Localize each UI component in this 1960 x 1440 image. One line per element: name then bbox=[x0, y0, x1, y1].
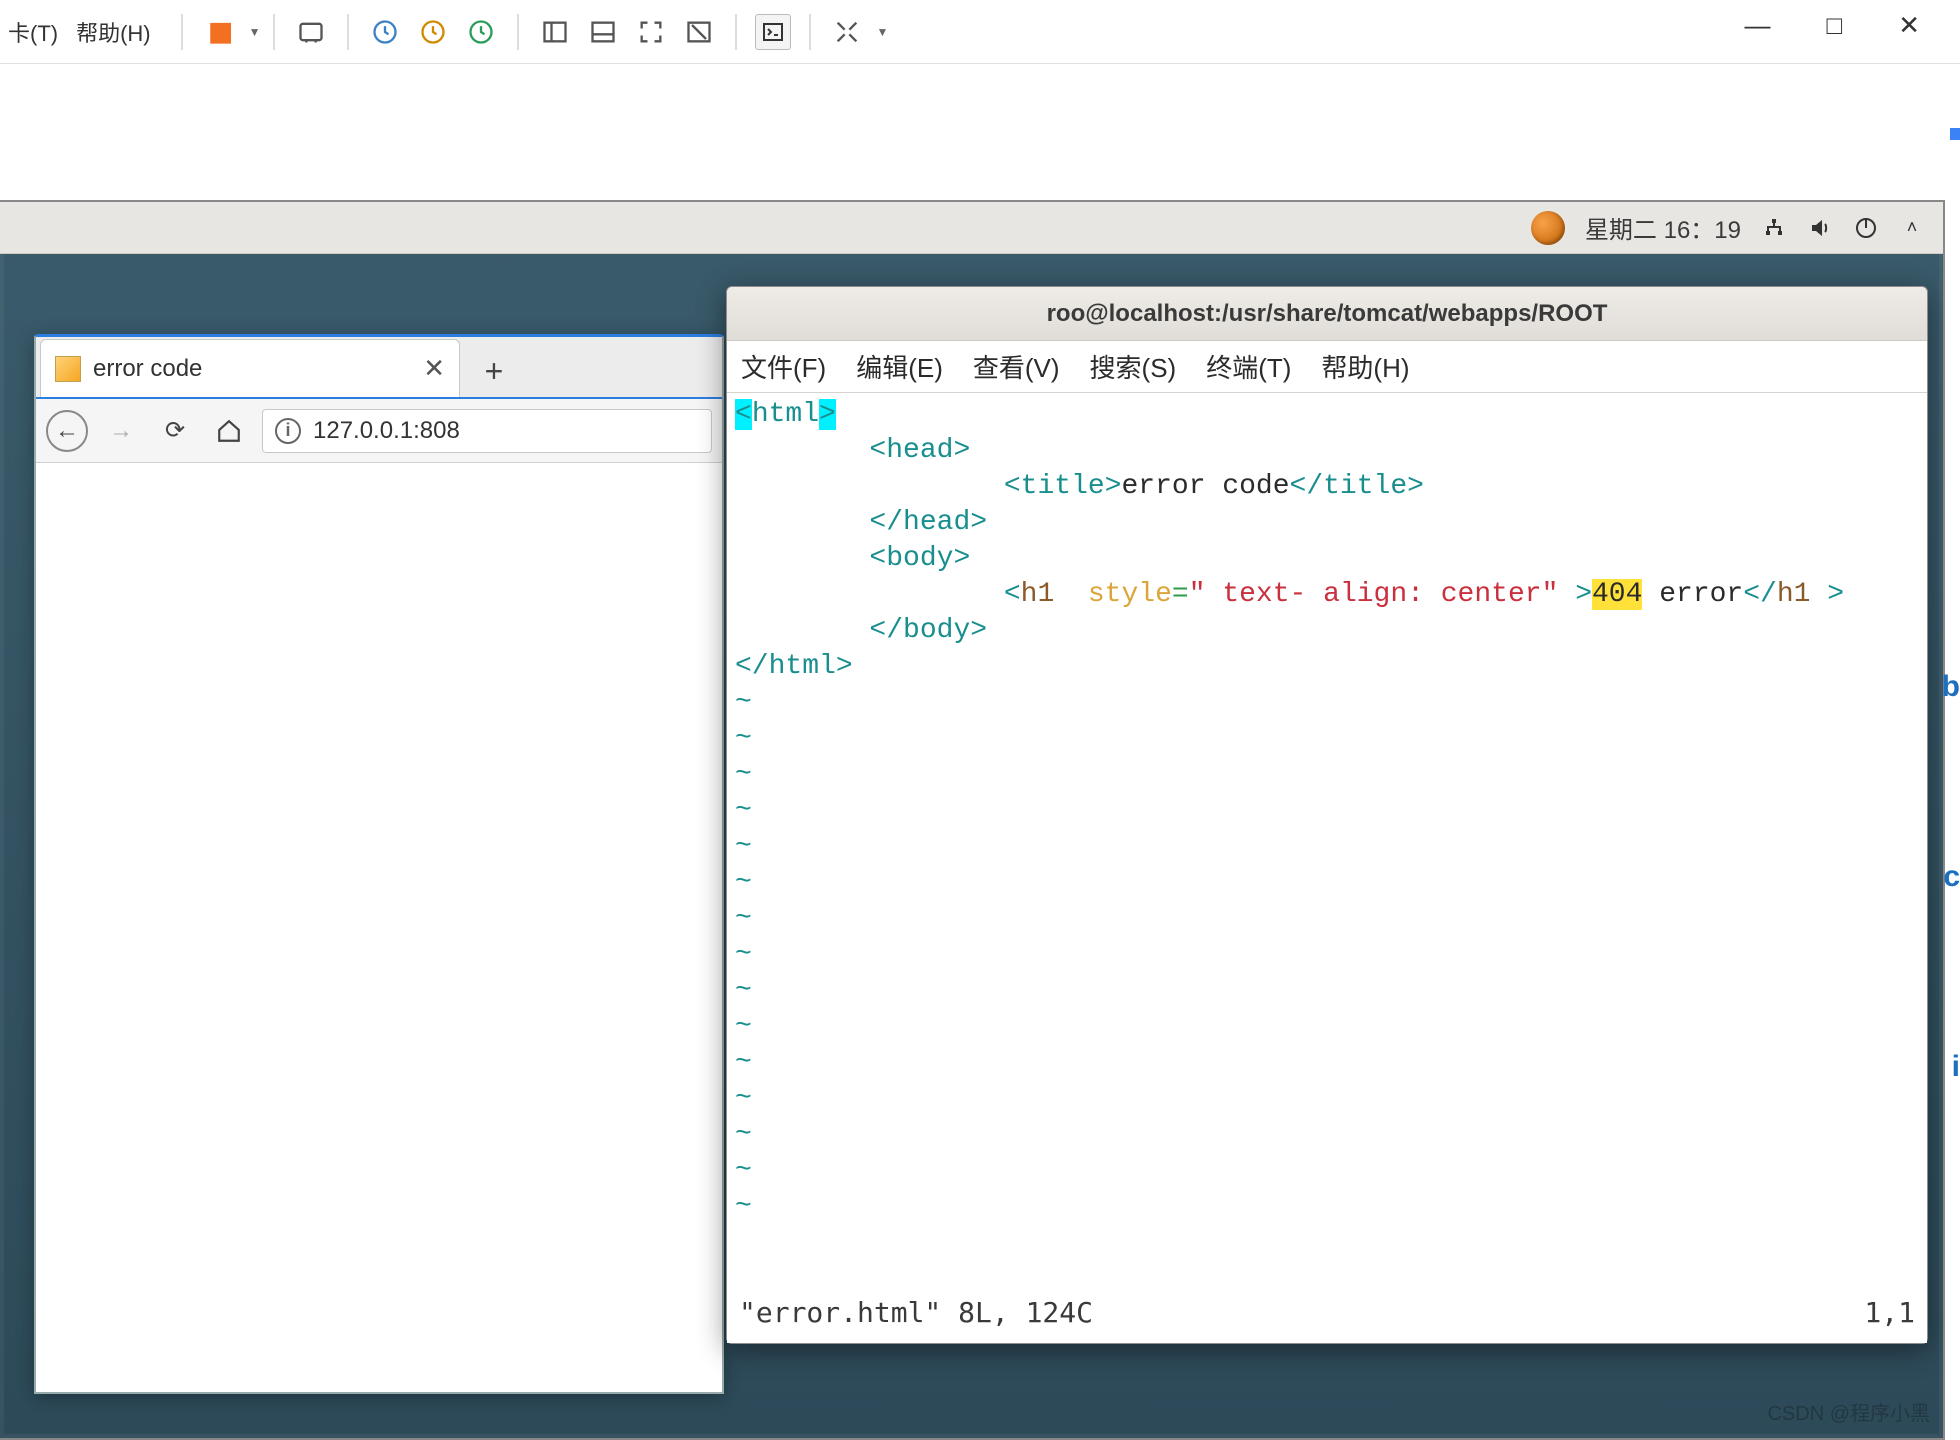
vim-tilde: ~ bbox=[735, 685, 1915, 721]
tab-close-icon[interactable]: ✕ bbox=[423, 353, 445, 384]
toolbar-separator bbox=[181, 14, 183, 50]
terminal-menubar: 文件(F) 编辑(E) 查看(V) 搜索(S) 终端(T) 帮助(H) bbox=[727, 341, 1927, 393]
code-line: </body> bbox=[735, 613, 1915, 649]
favicon-icon bbox=[55, 356, 81, 382]
layout-bottom-icon[interactable] bbox=[585, 14, 621, 50]
minimize-button[interactable]: — bbox=[1744, 10, 1770, 41]
chevron-down-icon[interactable]: ▼ bbox=[877, 25, 889, 39]
cropped-text: i bbox=[1952, 1050, 1960, 1084]
network-icon[interactable] bbox=[1761, 215, 1787, 241]
code-line: <html> bbox=[735, 397, 1915, 433]
vim-status-file: "error.html" 8L, 124C bbox=[739, 1295, 1093, 1331]
code-line: </html> bbox=[735, 649, 1915, 685]
vim-tilde: ~ bbox=[735, 1153, 1915, 1189]
code-line: <title>error code</title> bbox=[735, 469, 1915, 505]
vim-tilde: ~ bbox=[735, 721, 1915, 757]
vim-tilde: ~ bbox=[735, 973, 1915, 1009]
menu-file[interactable]: 文件(F) bbox=[741, 348, 826, 385]
vim-status-pos: 1,1 bbox=[1864, 1295, 1915, 1331]
vim-tilde: ~ bbox=[735, 937, 1915, 973]
info-icon[interactable]: i bbox=[275, 418, 301, 444]
console-icon[interactable] bbox=[755, 14, 791, 50]
menu-view[interactable]: 查看(V) bbox=[973, 348, 1060, 385]
vim-status: "error.html" 8L, 124C 1,1 bbox=[739, 1295, 1915, 1331]
pause-icon[interactable]: ▮▮ bbox=[201, 14, 237, 50]
volume-icon[interactable] bbox=[1807, 215, 1833, 241]
vim-tilde: ~ bbox=[735, 793, 1915, 829]
menu-edit[interactable]: 编辑(E) bbox=[856, 348, 943, 385]
fullscreen-icon[interactable] bbox=[633, 14, 669, 50]
vim-tilde: ~ bbox=[735, 865, 1915, 901]
chevron-down-icon[interactable]: ▼ bbox=[249, 25, 261, 39]
vim-tilde: ~ bbox=[735, 1045, 1915, 1081]
toolbar-separator bbox=[809, 14, 811, 50]
url-text: 127.0.0.1:808 bbox=[313, 417, 460, 445]
new-tab-button[interactable]: + bbox=[468, 345, 520, 397]
vm-viewport: 星期二 16：19 ˄ error code ✕ + ← → ⟳ bbox=[0, 140, 1960, 1440]
toolbar-separator bbox=[273, 14, 275, 50]
host-window-controls: — □ ✕ bbox=[1744, 0, 1960, 50]
cropped-text: c bbox=[1943, 860, 1960, 894]
code-line: </head> bbox=[735, 505, 1915, 541]
vim-tilde: ~ bbox=[735, 1189, 1915, 1225]
menu-help[interactable]: 帮助(H) bbox=[1321, 348, 1409, 385]
guest-desktop: 星期二 16：19 ˄ error code ✕ + ← → ⟳ bbox=[0, 200, 1945, 1440]
firefox-navbar: ← → ⟳ i 127.0.0.1:808 bbox=[36, 399, 722, 463]
snapshot-icon[interactable] bbox=[367, 14, 403, 50]
tab-title: error code bbox=[93, 355, 202, 383]
vim-tilde: ~ bbox=[735, 757, 1915, 793]
code-line: <body> bbox=[735, 541, 1915, 577]
back-button[interactable]: ← bbox=[46, 410, 88, 452]
menu-search[interactable]: 搜索(S) bbox=[1090, 348, 1177, 385]
browser-tab[interactable]: error code ✕ bbox=[40, 339, 460, 397]
firefox-tabbar: error code ✕ + bbox=[36, 337, 722, 399]
terminal-window: roo@localhost:/usr/share/tomcat/webapps/… bbox=[726, 286, 1928, 1344]
vim-tilde: ~ bbox=[735, 1081, 1915, 1117]
menu-card[interactable]: 卡(T) bbox=[8, 16, 58, 48]
places-icon[interactable] bbox=[1531, 211, 1565, 245]
chevron-up-icon[interactable]: ˄ bbox=[1899, 215, 1925, 241]
stretch-icon[interactable] bbox=[829, 14, 865, 50]
terminal-title: roo@localhost:/usr/share/tomcat/webapps/… bbox=[727, 287, 1927, 341]
snapshot-manage-icon[interactable] bbox=[463, 14, 499, 50]
host-toolbar: 卡(T) 帮助(H) ▮▮ ▼ ▼ bbox=[0, 0, 1960, 64]
forward-button[interactable]: → bbox=[100, 410, 142, 452]
close-button[interactable]: ✕ bbox=[1898, 10, 1920, 41]
power-icon[interactable] bbox=[1853, 215, 1879, 241]
code-line: <head> bbox=[735, 433, 1915, 469]
send-key-icon[interactable] bbox=[293, 14, 329, 50]
toolbar-separator bbox=[735, 14, 737, 50]
vim-tilde: ~ bbox=[735, 1009, 1915, 1045]
reload-button[interactable]: ⟳ bbox=[154, 410, 196, 452]
terminal-body[interactable]: <html> <head> <title>error code</title> … bbox=[727, 393, 1927, 1343]
clock-label[interactable]: 星期二 16：19 bbox=[1585, 210, 1741, 245]
unity-icon[interactable] bbox=[681, 14, 717, 50]
url-bar[interactable]: i 127.0.0.1:808 bbox=[262, 409, 712, 453]
maximize-button[interactable]: □ bbox=[1826, 10, 1842, 41]
layout-sidebar-icon[interactable] bbox=[537, 14, 573, 50]
code-line: <h1 style=" text- align: center" >404 er… bbox=[735, 577, 1915, 613]
menu-help[interactable]: 帮助(H) bbox=[76, 16, 151, 48]
toolbar-separator bbox=[517, 14, 519, 50]
vim-tilde: ~ bbox=[735, 901, 1915, 937]
home-button[interactable] bbox=[208, 410, 250, 452]
cropped-text: b bbox=[1942, 670, 1960, 704]
gnome-top-bar: 星期二 16：19 ˄ bbox=[0, 202, 1943, 254]
snapshot-take-icon[interactable] bbox=[415, 14, 451, 50]
watermark: CSDN @程序小黑 bbox=[1767, 1397, 1930, 1426]
firefox-window: error code ✕ + ← → ⟳ i 127.0.0.1:808 bbox=[34, 334, 724, 1394]
vim-tilde: ~ bbox=[735, 1117, 1915, 1153]
firefox-content bbox=[36, 465, 722, 1392]
toolbar-separator bbox=[347, 14, 349, 50]
menu-terminal[interactable]: 终端(T) bbox=[1206, 348, 1291, 385]
vim-tilde: ~ bbox=[735, 829, 1915, 865]
